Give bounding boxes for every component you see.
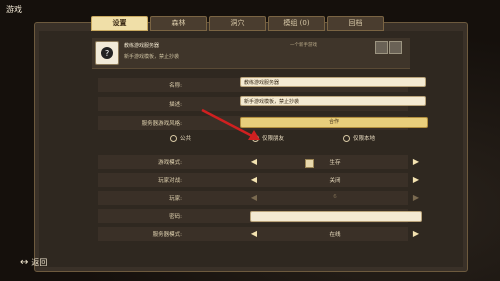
back-label: 返回 xyxy=(31,258,48,267)
pvp-label: 玩家对战: xyxy=(158,178,182,184)
server-mode-value: 在线 xyxy=(329,232,341,238)
back-arrow-icon: ↔ xyxy=(20,257,29,268)
tab-rollback[interactable]: 回档 xyxy=(327,16,384,31)
pvp-next-icon[interactable]: ▶ xyxy=(412,175,420,185)
tab-settings[interactable]: 设置 xyxy=(91,16,148,31)
mode-value: 生存 xyxy=(329,160,341,166)
players-next-icon[interactable]: ▶ xyxy=(412,193,420,203)
radio-public[interactable]: 公共 xyxy=(170,134,191,142)
window-title: 游戏 xyxy=(6,5,22,14)
server-header: ? 教练游戏服务器 新手游戏模板，禁止抄袭 一个新手游戏 xyxy=(92,38,410,69)
server-avatar-icon: ? xyxy=(95,41,119,65)
name-field[interactable]: 教练游戏服务器 xyxy=(240,77,426,87)
desc-label: 描述: xyxy=(169,102,182,108)
radio-public-label: 公共 xyxy=(180,136,192,142)
radio-local-dot xyxy=(343,134,350,142)
mode-label: 游戏模式: xyxy=(158,160,182,166)
mods-icon xyxy=(389,41,402,54)
game-mode-icon xyxy=(375,41,388,54)
server-mode-stepper: ◀ 在线 ▶ xyxy=(250,229,420,239)
players-stepper: ◀ 6 ▶ xyxy=(250,193,420,203)
radio-local[interactable]: 仅限本地 xyxy=(343,134,375,142)
players-label: 玩家: xyxy=(169,196,182,202)
tab-bar: 设置 森林 洞穴 模组 (0) 回档 xyxy=(91,16,384,31)
settings-panel: 名称: 描述: 服务器游戏风格: 游戏模式: 玩家对战: 玩家: 密码: 服务器… xyxy=(98,73,428,243)
players-value: 6 xyxy=(333,194,337,200)
mode-prev-icon[interactable]: ◀ xyxy=(250,157,258,167)
password-label: 密码: xyxy=(169,214,182,220)
players-prev-icon[interactable]: ◀ xyxy=(250,193,258,203)
server-mode-label: 服务器模式: xyxy=(152,232,182,238)
server-name: 教练游戏服务器 xyxy=(124,43,160,49)
pvp-value: 关闭 xyxy=(329,178,341,184)
mode-next-icon[interactable]: ▶ xyxy=(412,157,420,167)
tab-forest[interactable]: 森林 xyxy=(150,16,207,31)
radio-public-dot xyxy=(170,134,177,142)
server-meta: 一个新手游戏 xyxy=(290,43,317,48)
pvp-prev-icon[interactable]: ◀ xyxy=(250,175,258,185)
name-label: 名称: xyxy=(169,83,182,89)
red-arrow-annotation xyxy=(201,108,260,140)
mode-stepper: ◀ 生存 ▶ xyxy=(250,157,420,168)
server-mode-prev-icon[interactable]: ◀ xyxy=(250,229,258,239)
server-mode-next-icon[interactable]: ▶ xyxy=(412,229,420,239)
svg-text:?: ? xyxy=(105,49,109,58)
style-label: 服务器游戏风格: xyxy=(141,121,182,127)
server-description: 新手游戏模板，禁止抄袭 xyxy=(124,54,180,60)
password-field[interactable] xyxy=(250,211,422,222)
tab-caves[interactable]: 洞穴 xyxy=(209,16,266,31)
pvp-stepper: ◀ 关闭 ▶ xyxy=(250,175,420,185)
tab-mods[interactable]: 模组 (0) xyxy=(268,16,325,31)
back-button[interactable]: ↔ 返回 xyxy=(20,257,47,268)
radio-local-label: 仅限本地 xyxy=(353,136,376,142)
